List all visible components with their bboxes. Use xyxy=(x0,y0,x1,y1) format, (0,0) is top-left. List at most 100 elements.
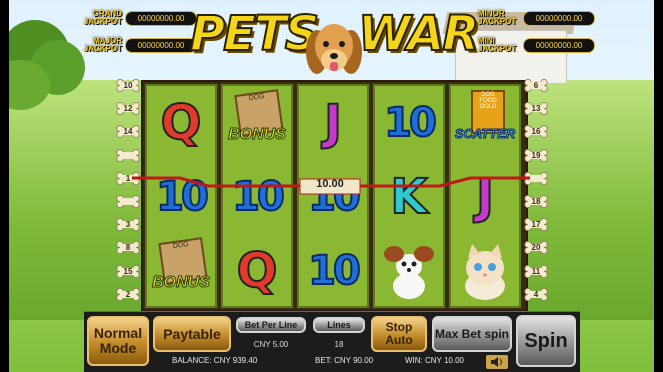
symbol-ten: 10 xyxy=(299,234,367,307)
major-jackpot-label: MAJOR JACKPOT xyxy=(83,36,122,53)
stop-auto-button[interactable]: Stop Auto xyxy=(371,316,427,352)
paytable-button[interactable]: Paytable xyxy=(153,316,231,352)
symbol-pet xyxy=(451,234,519,307)
kitten-icon xyxy=(465,243,505,300)
speaker-icon[interactable] xyxy=(486,355,508,369)
line-number: 11 xyxy=(531,266,541,276)
line-number: 3 xyxy=(125,220,131,230)
minor-jackpot-value: 00000000.00 xyxy=(523,10,595,26)
symbol-letter: K xyxy=(375,160,443,233)
major-jackpot-value: 00000000.00 xyxy=(125,37,197,53)
max-bet-spin-button[interactable]: Max Bet spin xyxy=(432,316,512,352)
line-number: 6 xyxy=(533,81,539,90)
line-marker-left[interactable]: 3 xyxy=(116,218,140,232)
line-number: 4 xyxy=(533,289,539,299)
symbol-bonus: DOG BONUS xyxy=(147,234,215,307)
line-marker-left[interactable] xyxy=(116,195,140,208)
line-number: 20 xyxy=(531,243,541,253)
symbol-ten: 10 xyxy=(299,160,367,233)
lines-button[interactable]: Lines xyxy=(313,317,365,333)
bonus-label: BONUS xyxy=(152,273,211,291)
symbol-10-text: 10 xyxy=(383,99,438,147)
grand-jackpot-label: GRAND JACKPOT xyxy=(83,9,122,26)
mini-jackpot: MINI JACKPOT 00000000.00 xyxy=(478,37,595,53)
symbol-10-text: 10 xyxy=(155,173,210,221)
line-number: 12 xyxy=(123,104,133,114)
line-number: 16 xyxy=(531,127,541,137)
line-marker-right[interactable]: 18 xyxy=(524,195,548,208)
symbol-q-text: Q xyxy=(236,242,279,300)
line-marker-right[interactable] xyxy=(524,171,548,185)
title-pets: PETS xyxy=(189,5,320,63)
symbol-bonus: DOG BONUS xyxy=(223,86,291,159)
lines-label: Lines xyxy=(327,320,351,330)
mini-jackpot-value: 00000000.00 xyxy=(523,37,595,53)
max-bet-spin-label: Max Bet spin xyxy=(434,326,509,341)
symbol-ten: 10 xyxy=(223,160,291,233)
spin-label: Spin xyxy=(524,329,568,352)
symbol-ten: 10 xyxy=(147,160,215,233)
line-marker-left[interactable]: 12 xyxy=(116,102,140,116)
line-number: 15 xyxy=(123,266,133,276)
line-number: 8 xyxy=(125,243,131,253)
title-war: WAR xyxy=(357,5,480,63)
reel-3: J 10 10 xyxy=(297,84,369,308)
line-marker-left[interactable]: 14 xyxy=(116,125,140,139)
reel-1: Q 10 DOG BONUS xyxy=(145,84,217,308)
symbol-10-text: 10 xyxy=(231,173,286,221)
line-marker-left[interactable]: 1 xyxy=(116,171,140,185)
reel-5: DOG FOOD GOLD SCATTER J xyxy=(449,84,521,308)
symbol-letter: J xyxy=(299,86,367,159)
reel-2: DOG BONUS 10 Q xyxy=(221,84,293,308)
left-border xyxy=(0,0,9,372)
line-marker-left[interactable]: 2 xyxy=(116,287,140,301)
bet-per-line-label: Bet Per Line xyxy=(244,320,298,330)
minor-jackpot-label: MINOR JACKPOT xyxy=(478,9,517,26)
dog-mascot-icon xyxy=(306,24,362,74)
mini-jackpot-label: MINI JACKPOT xyxy=(478,36,517,53)
line-number: 2 xyxy=(125,289,131,299)
line-marker-left[interactable]: 8 xyxy=(116,241,140,255)
symbol-letter: Q xyxy=(147,86,215,159)
symbol-j-text: J xyxy=(475,168,495,226)
line-marker-left[interactable]: 15 xyxy=(116,264,140,278)
symbol-10-text: 10 xyxy=(307,247,362,295)
game-screen: GRAND JACKPOT 00000000.00 MAJOR JACKPOT 00… xyxy=(0,0,663,372)
symbol-q-text: Q xyxy=(160,94,203,152)
line-marker-right[interactable]: 16 xyxy=(524,125,548,139)
normal-mode-button[interactable]: Normal Mode xyxy=(87,316,149,366)
spin-button[interactable]: Spin xyxy=(516,315,576,367)
win-line-amount: 10.00 xyxy=(316,178,344,190)
symbol-scatter: DOG FOOD GOLD SCATTER xyxy=(451,86,519,159)
grand-jackpot: GRAND JACKPOT 00000000.00 xyxy=(80,10,197,26)
bet-per-line-value: CNY 5.00 xyxy=(253,340,289,349)
line-marker-right[interactable]: 19 xyxy=(524,148,548,162)
line-marker-right[interactable]: 13 xyxy=(524,102,548,116)
symbol-letter: J xyxy=(451,160,519,233)
symbol-k-text: K xyxy=(389,168,428,226)
symbol-letter: Q xyxy=(223,234,291,307)
line-number: 10 xyxy=(123,81,133,90)
line-marker-right[interactable]: 4 xyxy=(524,287,548,301)
symbol-pet xyxy=(375,234,443,307)
line-marker-left[interactable]: 10 xyxy=(116,79,140,92)
line-number: 13 xyxy=(531,104,541,114)
symbol-j-text: J xyxy=(323,94,343,152)
stop-auto-label: Stop Auto xyxy=(385,320,413,347)
line-number: 14 xyxy=(123,127,133,137)
line-marker-right[interactable]: 6 xyxy=(524,79,548,92)
grand-jackpot-value: 00000000.00 xyxy=(125,10,197,26)
symbol-ten: 10 xyxy=(375,86,443,159)
scatter-label: SCATTER xyxy=(454,125,516,141)
major-jackpot: MAJOR JACKPOT 00000000.00 xyxy=(80,37,197,53)
line-number: 17 xyxy=(531,220,541,230)
lines-value: 18 xyxy=(334,340,344,349)
line-marker-left[interactable] xyxy=(116,148,140,162)
line-number: 19 xyxy=(531,150,541,160)
bet-text: BET: CNY 90.00 xyxy=(315,356,374,365)
line-marker-right[interactable]: 17 xyxy=(524,218,548,232)
line-number: 18 xyxy=(531,197,541,206)
line-marker-right[interactable]: 20 xyxy=(524,241,548,255)
line-marker-right[interactable]: 11 xyxy=(524,264,548,278)
bet-per-line-button[interactable]: Bet Per Line xyxy=(236,317,306,333)
